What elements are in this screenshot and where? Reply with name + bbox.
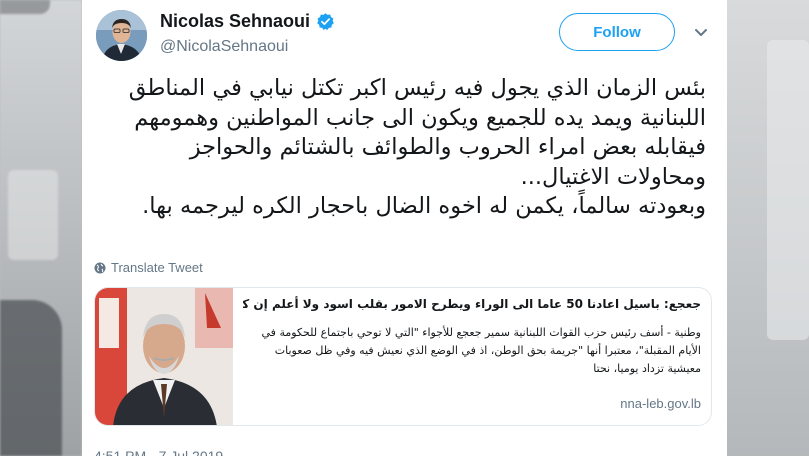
translate-label[interactable]: Translate Tweet	[111, 260, 203, 275]
link-thumbnail	[95, 288, 233, 425]
background-left	[0, 0, 82, 456]
tweet-text: بئس الزمان الذي يجول فيه رئيس اكبر تكتل …	[128, 75, 706, 219]
author-handle[interactable]: @NicolaSehnaoui	[160, 38, 288, 56]
globe-icon	[94, 262, 106, 273]
link-title[interactable]: جعجع: باسيل اعادنا 50 عاما الى الوراء وي…	[243, 294, 701, 314]
link-description: وطنية - أسف رئيس حزب القوات اللبنانية سم…	[261, 326, 701, 375]
verified-badge-icon	[317, 13, 334, 30]
tweet-timestamp[interactable]: 4:51 PM - 7 Jul 2019	[94, 448, 223, 456]
author-name-row[interactable]: Nicolas Sehnaoui	[160, 11, 335, 32]
chevron-down-icon[interactable]	[693, 26, 709, 40]
follow-button[interactable]: Follow	[559, 13, 675, 51]
link-preview-card[interactable]: جعجع: باسيل اعادنا 50 عاما الى الوراء وي…	[94, 287, 712, 426]
translate-tweet-link[interactable]: Translate Tweet	[94, 260, 203, 275]
background-right	[727, 0, 809, 456]
link-body[interactable]: جعجع: باسيل اعادنا 50 عاما الى الوراء وي…	[243, 294, 701, 378]
author-name[interactable]: Nicolas Sehnaoui	[160, 11, 310, 32]
tweet-card: Nicolas Sehnaoui @NicolaSehnaoui Follow …	[82, 0, 727, 456]
link-domain: nna-leb.gov.lb	[620, 396, 701, 411]
avatar[interactable]	[96, 10, 147, 61]
